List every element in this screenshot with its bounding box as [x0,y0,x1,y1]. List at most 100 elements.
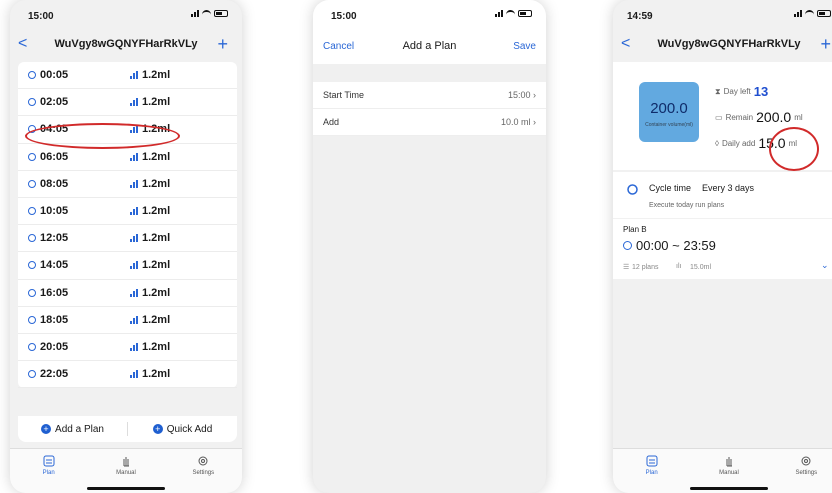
add-plan-button[interactable]: + Add a Plan [18,424,127,435]
status-time: 14:59 [627,11,653,22]
bars-icon [130,98,138,107]
plan-row[interactable]: 08:05 1.2ml [18,171,237,198]
tab-plan[interactable]: Plan [10,449,87,493]
plan-amount: 1.2ml [142,232,171,245]
tab-bar: Plan Manual Settings [10,448,242,493]
add-button[interactable]: + [217,34,228,55]
plan-time: 20:05 [40,340,69,353]
home-indicator [87,487,165,490]
plan-row[interactable]: 10:05 1.2ml [18,198,237,226]
plans-count: 12 plans [632,264,659,271]
clock-icon [623,241,632,250]
plan-row[interactable]: 22:05 1.2ml [18,361,237,389]
plan-amount: 1.2ml [142,340,171,353]
save-button[interactable]: Save [513,41,536,52]
plan-time: 10:05 [40,205,69,218]
bars-icon [130,179,138,188]
add-plan-label: Add a Plan [55,423,104,435]
wifi-icon [202,10,211,17]
list-icon: ☰ [623,264,630,271]
status-icons [495,10,532,17]
phone-plan-list: 15:00 < WuVgy8wGQNYFHarRkVLy + 00:05 1.2m… [10,0,242,493]
status-bar: 15:00 [10,0,242,28]
clock-icon [28,370,36,379]
home-indicator [690,487,768,490]
plan-row[interactable]: 00:05 1.2ml [18,62,237,90]
day-left-value: 13 [753,84,769,99]
drop-icon: ◊ [715,138,719,148]
add-value: 10.0 ml › [500,117,536,127]
plan-amount: 1.2ml [142,177,171,190]
tab-label: Manual [116,470,136,476]
container-icon: ▭ [715,112,723,122]
bars-icon [130,71,138,80]
plan-name: Plan B [623,225,647,234]
signal-icon [191,10,199,17]
plan-amount: 1.2ml [142,313,171,326]
phone-add-plan: 15:00 Cancel Add a Plan Save Start Time … [313,0,546,493]
plan-amount: 1.2ml [142,205,171,218]
plan-row[interactable]: 16:05 1.2ml [18,280,237,307]
plan-time: 00:05 [40,69,69,82]
quick-add-label: Quick Add [166,423,213,435]
cycle-value: Every 3 days [702,183,755,193]
battery-icon [518,10,532,17]
start-time-row[interactable]: Start Time 15:00 › [313,82,546,109]
remain-label: Remain [725,112,754,122]
tab-settings[interactable]: Settings [768,449,832,493]
plan-row[interactable]: 02:05 1.2ml [18,89,237,117]
bars-icon [130,152,138,161]
plan-row[interactable]: 18:05 1.2ml [18,307,237,334]
status-time: 15:00 [28,11,54,22]
add-amount-row[interactable]: Add 10.0 ml › [313,109,546,136]
clock-icon [28,261,36,270]
remain-value: 200.0 [756,109,792,125]
plan-row[interactable]: 14:05 1.2ml [18,252,237,280]
tab-plan[interactable]: Plan [613,449,690,493]
plan-row[interactable]: 20:05 1.2ml [18,334,237,362]
chevron-down-icon[interactable]: ⌄ [821,260,829,271]
clock-icon [28,288,36,297]
plus-circle-icon: + [41,424,52,434]
tab-label: Settings [795,470,818,476]
tab-settings[interactable]: Settings [165,449,242,493]
plan-time: 16:05 [40,286,69,299]
status-icons [191,10,228,17]
remain-stat: ▭ Remain 200.0 ml [715,109,803,125]
nav-bar: Cancel Add a Plan Save [313,28,546,64]
signal-icon [794,10,802,17]
clock-icon [28,234,36,243]
device-title: WuVgy8wGQNYFHarRkVLy [657,38,801,50]
plan-amount: 1.2ml [142,259,171,272]
hand-icon [123,457,129,467]
bars-icon [130,342,138,351]
battery-icon [214,10,228,17]
plan-time: 14:05 [40,259,69,272]
plan-time: 06:05 [40,150,69,163]
bars-icon [130,370,138,379]
status-time: 15:00 [331,11,357,22]
plan-amount: 1.2ml [142,286,171,299]
wifi-icon [805,10,814,17]
back-button[interactable]: < [18,35,27,53]
plan-amount: 1.2ml [142,150,171,163]
highlight-circle [769,127,819,171]
cycle-time-row[interactable]: Cycle time Every 3 days Execute today ru… [613,172,832,218]
status-icons [794,10,831,17]
cancel-button[interactable]: Cancel [323,41,354,52]
plan-row[interactable]: 12:05 1.2ml [18,225,237,253]
tab-label: Settings [192,470,215,476]
calendar-icon [43,455,55,467]
tab-bar: Plan Manual Settings [613,448,832,493]
clock-icon [28,98,36,107]
plan-card[interactable]: Plan B 00:00 ~ 23:59 ☰ 12 plans ılı 15.0… [613,219,832,279]
start-time-label: Start Time [323,90,365,100]
hand-icon [726,457,732,467]
back-button[interactable]: < [621,35,630,53]
tab-label: Manual [719,470,739,476]
add-actions-bar: + Add a Plan + Quick Add [18,416,237,442]
gear-icon [801,456,811,466]
add-button[interactable]: + [820,34,831,55]
quick-add-button[interactable]: + Quick Add [128,424,237,435]
day-left-label: Day left [723,87,751,96]
